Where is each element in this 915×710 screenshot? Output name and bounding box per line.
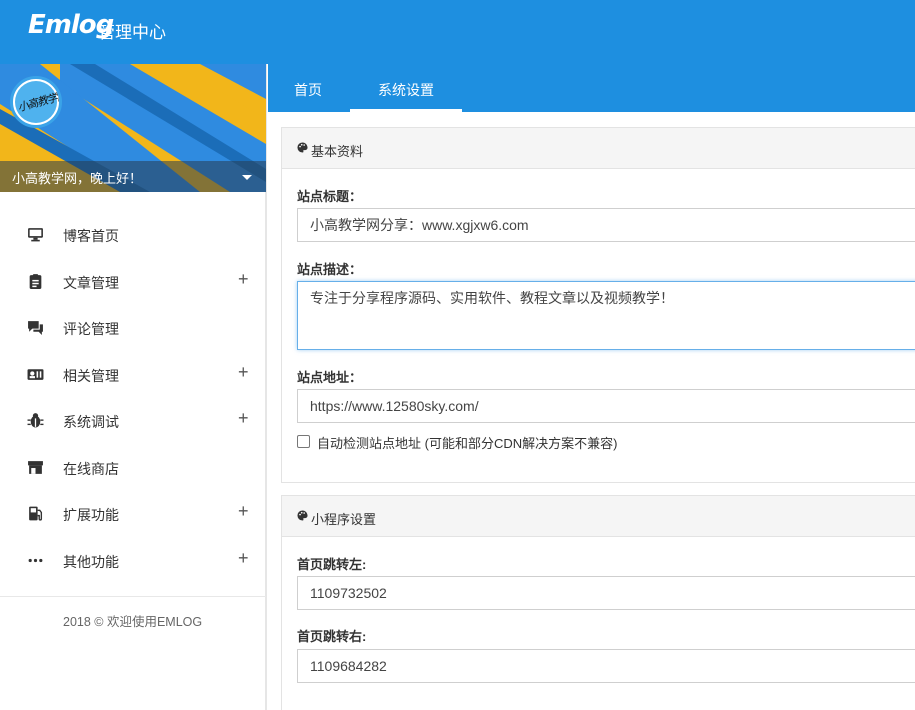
sidebar: 小高教学网 小高教学网，晚上好！ 博客首页 文章管理 + 评论管理 相关管理 +… [0,64,267,710]
sidebar-item-label: 相关管理 [63,367,119,384]
panel-title: 小程序设置 [311,512,377,527]
sidebar-item-store[interactable]: 在线商店 [0,445,266,492]
site-description-label: 站点描述： [297,262,363,277]
home-jump-left-input[interactable] [297,576,915,610]
sidebar-item-debug[interactable]: 系统调试 + [0,398,266,445]
main-content: 基本资料 站点标题： 站点描述： 专注于分享程序源码、实用软件、教程文章以及视频… [268,112,915,710]
home-jump-left-label: 首页跳转左: [297,557,367,572]
miniapp-settings-panel: 小程序设置 首页跳转左: 首页跳转右: [281,495,915,710]
panel-header: 基本资料 [282,128,915,169]
plus-icon[interactable]: + [238,501,249,522]
sidebar-item-label: 博客首页 [63,228,119,244]
site-url-input[interactable] [297,389,915,423]
sidebar-item-label: 评论管理 [63,321,119,337]
auto-detect-checkbox[interactable] [297,435,310,448]
gas-pump-icon [29,506,43,521]
sidebar-item-label: 扩展功能 [63,507,119,523]
site-title-label: 站点标题： [297,189,363,204]
tab-home[interactable]: 首页 [294,80,322,100]
plus-icon[interactable]: + [238,362,249,383]
bug-icon [27,413,44,428]
greeting-text: 小高教学网，晚上好！ [12,171,143,186]
home-jump-right-label: 首页跳转右: [297,629,367,644]
panel-title: 基本资料 [311,144,364,159]
tab-bar: 首页 系统设置 [268,64,915,112]
monitor-icon [28,228,43,242]
site-url-label: 站点地址： [297,370,363,385]
caret-down-icon [242,175,252,180]
sidebar-menu: 博客首页 文章管理 + 评论管理 相关管理 + 系统调试 + 在线商店 扩展功能 [0,212,266,584]
plus-icon[interactable]: + [238,408,249,429]
sidebar-item-extensions[interactable]: 扩展功能 + [0,491,266,538]
sidebar-divider [0,596,266,597]
palette-icon [297,142,308,153]
sidebar-item-articles[interactable]: 文章管理 + [0,259,266,306]
sidebar-item-label: 其他功能 [63,553,119,570]
top-bar: Emlog 管理中心 [0,0,915,64]
sidebar-item-related[interactable]: 相关管理 + [0,352,266,399]
site-description-textarea[interactable]: 专注于分享程序源码、实用软件、教程文章以及视频教学！ [297,281,915,350]
panel-header: 小程序设置 [282,496,915,537]
comments-icon [28,321,43,335]
sidebar-footer: 2018 © 欢迎使用EMLOG [63,615,203,629]
plus-icon[interactable]: + [238,269,249,290]
site-title-input[interactable] [297,208,915,242]
clipboard-icon [29,273,42,289]
sidebar-item-label: 系统调试 [63,414,119,430]
basic-info-panel: 基本资料 站点标题： 站点描述： 专注于分享程序源码、实用软件、教程文章以及视频… [281,127,915,483]
sidebar-item-other[interactable]: 其他功能 + [0,538,266,585]
sidebar-item-blog-home[interactable]: 博客首页 [0,212,266,259]
plus-icon[interactable]: + [238,548,249,569]
home-jump-right-input[interactable] [297,649,915,683]
admin-center-title: 管理中心 [98,23,166,42]
user-avatar[interactable]: 小高教学网 [10,76,62,128]
ellipsis-icon [28,558,43,562]
auto-detect-label[interactable]: 自动检测站点地址 (可能和部分CDN解决方案不兼容) [317,433,617,452]
sidebar-item-comments[interactable]: 评论管理 [0,305,266,352]
sidebar-item-label: 文章管理 [63,274,119,291]
id-card-icon [27,368,44,380]
profile-banner: 小高教学网 小高教学网，晚上好！ [0,64,266,192]
store-icon [28,460,43,474]
palette-icon [297,510,308,521]
tab-system-settings[interactable]: 系统设置 [378,80,434,100]
user-menu-toggle[interactable]: 小高教学网，晚上好！ [0,161,266,192]
sidebar-item-label: 在线商店 [63,460,119,477]
